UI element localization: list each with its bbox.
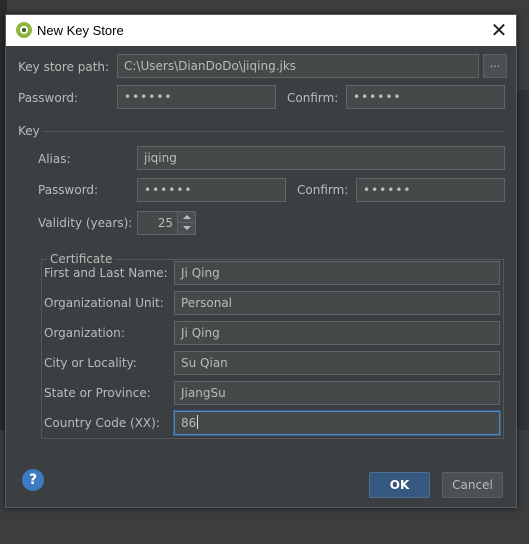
key-confirm-field[interactable]: •••••• [356, 178, 505, 202]
new-key-store-dialog: New Key Store ✕ Key store path: C:\Users… [5, 14, 517, 508]
first-last-name-label: First and Last Name: [44, 266, 168, 280]
help-icon[interactable]: ? [22, 469, 44, 491]
alias-label: Alias: [38, 152, 71, 166]
org-unit-label: Organizational Unit: [44, 296, 164, 310]
close-icon[interactable]: ✕ [488, 19, 510, 41]
keystore-confirm-field[interactable]: •••••• [346, 85, 505, 109]
state-field[interactable]: JiangSu [174, 381, 500, 405]
certificate-section-label: Certificate [47, 252, 116, 266]
ok-button[interactable]: OK [369, 472, 430, 498]
country-code-field[interactable]: 86 [174, 411, 500, 435]
city-label: City or Locality: [44, 356, 137, 370]
state-label: State or Province: [44, 386, 151, 400]
text-caret [197, 415, 199, 429]
validity-spinner[interactable]: 25 [137, 211, 196, 235]
validity-label: Validity (years): [38, 216, 133, 230]
first-last-name-field[interactable]: Ji Qing [174, 261, 500, 285]
arrow-down-icon [183, 226, 191, 230]
key-section-divider [42, 131, 504, 132]
browse-button[interactable]: ... [483, 54, 507, 78]
key-confirm-label: Confirm: [297, 183, 349, 197]
spinner-up-button[interactable] [177, 212, 195, 223]
country-code-value: 86 [181, 416, 197, 430]
alias-field[interactable]: jiqing [137, 146, 505, 170]
arrow-up-icon [183, 215, 191, 219]
cancel-button[interactable]: Cancel [442, 472, 503, 498]
keystore-password-label: Password: [18, 91, 79, 105]
keystore-password-field[interactable]: •••••• [117, 85, 276, 109]
key-store-path-label: Key store path: [18, 60, 110, 74]
key-section-label: Key [18, 124, 40, 138]
key-store-path-field[interactable]: C:\Users\DianDoDo\jiqing.jks [117, 54, 479, 78]
org-unit-field[interactable]: Personal [174, 291, 500, 315]
validity-value: 25 [157, 216, 173, 230]
city-field[interactable]: Su Qian [174, 351, 500, 375]
country-code-label: Country Code (XX): [44, 416, 160, 430]
spinner-down-button[interactable] [177, 223, 195, 234]
ide-right-strip [517, 90, 529, 430]
key-password-field[interactable]: •••••• [137, 178, 286, 202]
key-password-label: Password: [38, 183, 99, 197]
organization-label: Organization: [44, 326, 125, 340]
dialog-titlebar: New Key Store ✕ [6, 15, 516, 46]
android-studio-icon [16, 22, 32, 38]
keystore-confirm-label: Confirm: [287, 91, 339, 105]
dialog-title: New Key Store [37, 23, 124, 38]
organization-field[interactable]: Ji Qing [174, 321, 500, 345]
